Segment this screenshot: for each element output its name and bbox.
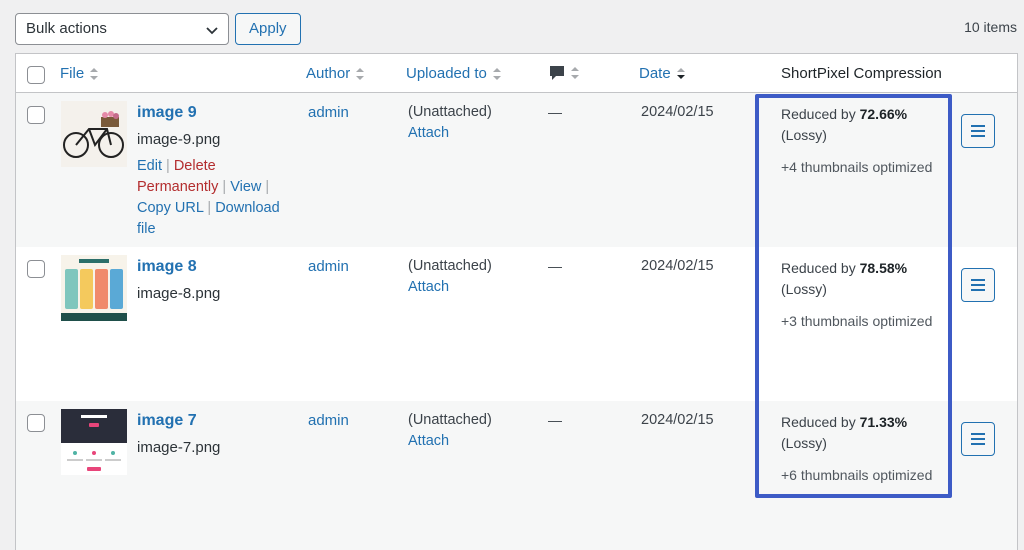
file-name: image-8.png — [137, 285, 221, 302]
row-actions: Edit | Delete Permanently | View | Copy … — [137, 158, 280, 237]
hamburger-menu-icon — [971, 433, 985, 445]
sort-icon — [571, 67, 579, 79]
uploaded-to-status: (Unattached) — [408, 412, 492, 428]
bulk-actions-label: Bulk actions — [26, 20, 107, 37]
image-thumbnail[interactable] — [61, 255, 127, 321]
author-link[interactable]: admin — [308, 412, 349, 429]
file-name: image-9.png — [137, 131, 221, 148]
uploaded-to-status: (Unattached) — [408, 104, 492, 120]
image-thumbnail[interactable] — [61, 101, 127, 167]
column-file-header[interactable]: File — [60, 65, 99, 82]
attach-link[interactable]: Attach — [408, 125, 449, 141]
reduction-percent: 71.33% — [859, 414, 908, 430]
row-options-button[interactable] — [961, 422, 995, 456]
reduced-by-label: Reduced by — [781, 260, 856, 276]
table-row: image 9 image-9.png Edit | Delete Perman… — [16, 93, 1017, 247]
thumbnails-optimized: +3 thumbnails optimized — [781, 313, 933, 329]
column-uploaded-to-label: Uploaded to — [406, 65, 487, 82]
sort-icon — [356, 67, 365, 80]
attach-link[interactable]: Attach — [408, 279, 449, 295]
comments-count: — — [548, 258, 562, 274]
column-author-label: Author — [306, 65, 351, 82]
sort-desc-icon — [676, 67, 685, 79]
infographic-image — [61, 255, 127, 321]
image-title-link[interactable]: image 7 — [137, 412, 197, 430]
column-file-label: File — [60, 65, 85, 82]
sort-icon — [492, 67, 501, 80]
webpage-image — [61, 409, 127, 475]
table-row: image 7 image-7.png admin (Unattached) A… — [16, 401, 1017, 550]
upload-date: 2024/02/15 — [641, 258, 714, 274]
select-all-checkbox[interactable] — [27, 66, 45, 84]
image-title-link[interactable]: image 9 — [137, 104, 197, 122]
compression-mode: (Lossy) — [781, 281, 827, 297]
upload-date: 2024/02/15 — [641, 104, 714, 120]
column-shortpixel-label: ShortPixel Compression — [781, 65, 942, 82]
compression-mode: (Lossy) — [781, 435, 827, 451]
hamburger-menu-icon — [971, 279, 985, 291]
column-date-label: Date — [639, 65, 671, 82]
compression-result: Reduced by 78.58% (Lossy) — [781, 258, 956, 300]
comments-count: — — [548, 412, 562, 428]
file-name: image-7.png — [137, 439, 221, 456]
row-checkbox[interactable] — [27, 260, 45, 278]
comments-count: — — [548, 104, 562, 120]
column-uploaded-to-header[interactable]: Uploaded to — [406, 65, 502, 82]
table-navigation: Bulk actions Apply 10 items — [0, 0, 1024, 54]
table-row: image 8 image-8.png admin (Unattached) A… — [16, 247, 1017, 401]
row-checkbox[interactable] — [27, 106, 45, 124]
author-link[interactable]: admin — [308, 104, 349, 121]
sort-icon — [90, 67, 99, 80]
comment-bubble-icon — [550, 66, 564, 80]
reduced-by-label: Reduced by — [781, 414, 856, 430]
row-options-button[interactable] — [961, 268, 995, 302]
row-checkbox[interactable] — [27, 414, 45, 432]
row-options-button[interactable] — [961, 114, 995, 148]
bulk-actions-select[interactable]: Bulk actions — [15, 13, 229, 45]
apply-button[interactable]: Apply — [235, 13, 301, 45]
thumbnails-optimized: +6 thumbnails optimized — [781, 467, 933, 483]
column-comments-header[interactable] — [549, 65, 580, 81]
thumbnails-optimized: +4 thumbnails optimized — [781, 159, 933, 175]
table-header: File Author Uploaded to Date ShortPixel … — [16, 54, 1017, 93]
uploaded-to-status: (Unattached) — [408, 258, 492, 274]
copy-url-link[interactable]: Copy URL — [137, 200, 203, 216]
compression-result: Reduced by 72.66% (Lossy) — [781, 104, 956, 146]
column-shortpixel-header: ShortPixel Compression — [781, 65, 942, 82]
bicycle-image — [61, 101, 127, 167]
media-table: File Author Uploaded to Date ShortPixel … — [15, 53, 1018, 550]
hamburger-menu-icon — [971, 125, 985, 137]
edit-link[interactable]: Edit — [137, 158, 162, 174]
author-link[interactable]: admin — [308, 258, 349, 275]
column-author-header[interactable]: Author — [306, 65, 365, 82]
image-thumbnail[interactable] — [61, 409, 127, 475]
image-title-link[interactable]: image 8 — [137, 258, 197, 276]
compression-mode: (Lossy) — [781, 127, 827, 143]
compression-result: Reduced by 71.33% (Lossy) — [781, 412, 956, 454]
items-count: 10 items — [964, 19, 1017, 35]
column-date-header[interactable]: Date — [639, 65, 686, 82]
attach-link[interactable]: Attach — [408, 433, 449, 449]
chevron-down-icon — [206, 27, 218, 35]
reduction-percent: 78.58% — [859, 260, 908, 276]
view-link[interactable]: View — [230, 179, 261, 195]
reduced-by-label: Reduced by — [781, 106, 856, 122]
upload-date: 2024/02/15 — [641, 412, 714, 428]
reduction-percent: 72.66% — [859, 106, 908, 122]
